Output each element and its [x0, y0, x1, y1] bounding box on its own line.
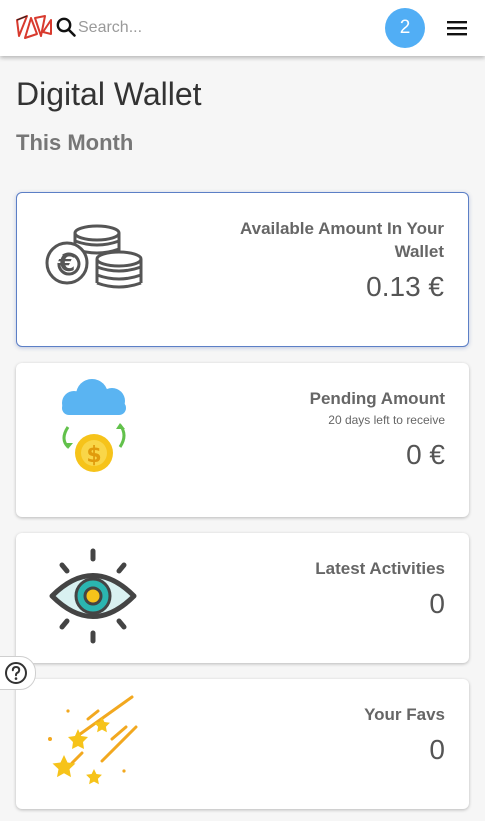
available-amount-text: Available Amount In Your Wallet 0.13 € [204, 217, 444, 303]
top-bar: 2 [0, 0, 485, 56]
section-title: This Month [16, 130, 134, 155]
card-value: 0 [429, 734, 445, 765]
card-title: Your Favs [364, 705, 445, 724]
latest-activities-card[interactable]: Latest Activities 0 [16, 533, 469, 663]
svg-text:€: € [58, 249, 76, 277]
available-amount-card[interactable]: € Available Amount In Your Wallet 0.13 € [16, 192, 469, 347]
your-favs-text: Your Favs 0 [205, 703, 445, 766]
help-question-icon [5, 662, 27, 684]
card-value: 0 [429, 588, 445, 619]
search-icon[interactable] [55, 16, 77, 38]
page-title: Digital Wallet [16, 76, 202, 112]
shooting-stars-icon [48, 695, 138, 785]
pending-amount-card[interactable]: $ Pending Amount 20 days left to receive… [16, 363, 469, 517]
card-subtitle: 20 days left to receive [328, 413, 445, 427]
help-button[interactable] [0, 656, 36, 690]
latest-activities-text: Latest Activities 0 [205, 557, 445, 620]
search-input[interactable] [78, 14, 348, 42]
notification-badge[interactable]: 2 [385, 8, 425, 48]
card-title: Available Amount In Your Wallet [239, 219, 444, 261]
card-title: Pending Amount [309, 389, 445, 408]
svg-text:$: $ [86, 443, 101, 468]
cloud-dollar-coin-icon: $ [62, 379, 126, 472]
card-value: 0 € [406, 439, 445, 470]
hamburger-menu-icon[interactable] [446, 18, 468, 38]
pending-amount-text: Pending Amount 20 days left to receive 0… [205, 387, 445, 471]
eye-icon [49, 548, 137, 644]
card-title: Latest Activities [315, 559, 445, 578]
card-value: 0.13 € [366, 271, 444, 302]
your-favs-card[interactable]: Your Favs 0 [16, 679, 469, 809]
logo-icon[interactable] [15, 12, 53, 42]
euro-coins-icon: € [45, 224, 143, 289]
